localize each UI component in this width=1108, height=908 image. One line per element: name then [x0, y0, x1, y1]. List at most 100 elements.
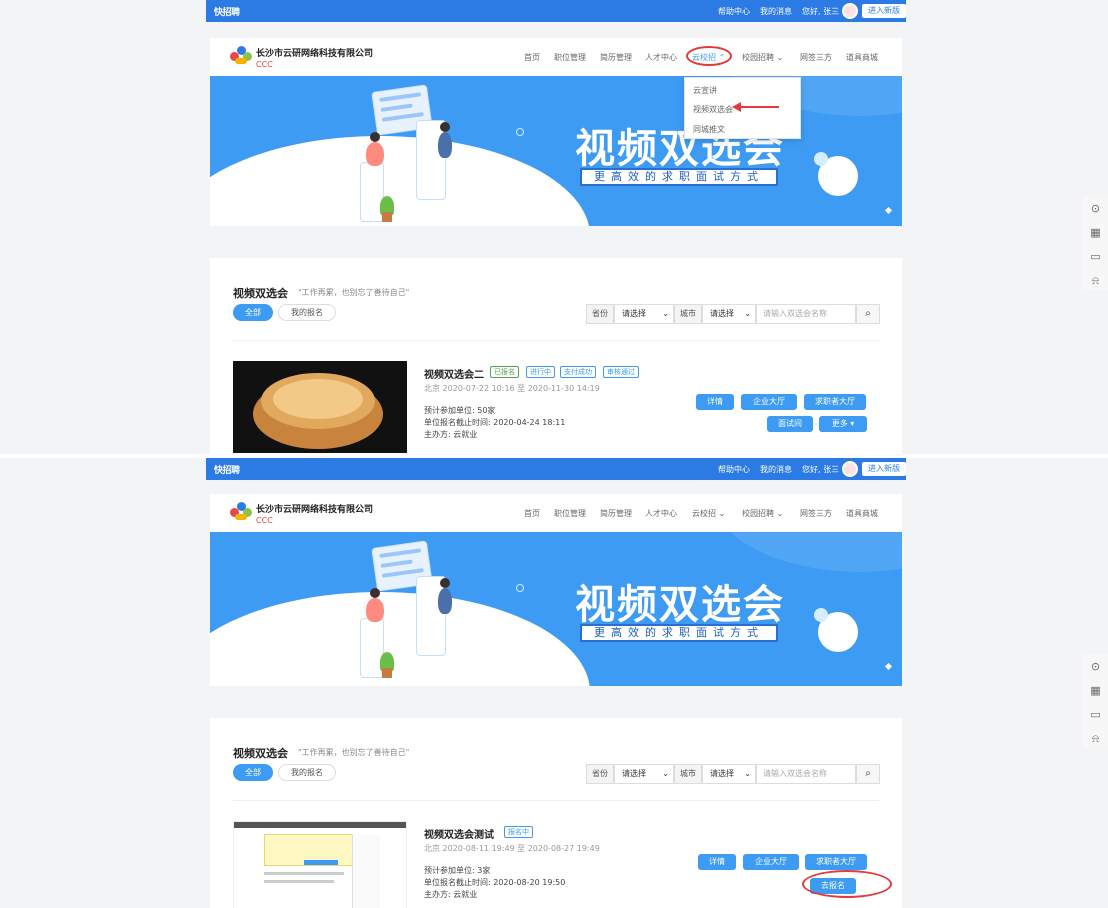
dropdown-item-local-post[interactable]: 同城推文: [693, 124, 725, 135]
qrcode-icon[interactable]: ▦: [1089, 226, 1102, 239]
help-center-link[interactable]: 帮助中心: [718, 464, 750, 475]
search-icon[interactable]: ⌕: [856, 304, 880, 324]
fair-location-time: 北京 2020-07-22 10:16 至 2020-11-30 14:19: [424, 384, 600, 393]
video-fair-section: 视频双选会 "工作再累，也别忘了善待自己" 全部 我的报名 省份 请选择 ⌄ 城市…: [210, 718, 902, 908]
fair-title[interactable]: 视频双选会二: [424, 366, 484, 381]
tab-my-signups[interactable]: 我的报名: [278, 304, 336, 321]
nav-e-sign[interactable]: 网签三方: [800, 508, 832, 519]
annotation-arrow: [737, 106, 779, 108]
city-select[interactable]: 请选择 ⌄: [702, 304, 756, 324]
message-icon[interactable]: ▭: [1089, 250, 1102, 263]
nav-home[interactable]: 首页: [524, 508, 540, 519]
tab-my-signups[interactable]: 我的报名: [278, 764, 336, 781]
nav-jobs[interactable]: 职位管理: [554, 52, 586, 63]
nav-cloud-campus[interactable]: 云校招 ⌄: [692, 508, 725, 519]
candidate-hall-button[interactable]: 求职者大厅: [805, 854, 867, 870]
avatar[interactable]: [842, 461, 858, 477]
interview-room-button[interactable]: 面试间: [767, 416, 813, 432]
company-hall-button[interactable]: 企业大厅: [741, 394, 797, 410]
nav-talent[interactable]: 人才中心: [645, 52, 677, 63]
fair-host: 主办方: 云就业: [424, 890, 478, 899]
user-greeting[interactable]: 您好, 张三: [802, 464, 839, 475]
hero-banner: 视频双选会 更高效的求职面试方式: [210, 532, 902, 686]
nav-home[interactable]: 首页: [524, 52, 540, 63]
fair-deadline: 单位报名截止时间: 2020-08-20 19:50: [424, 878, 566, 887]
top-bar: 快招聘 帮助中心 我的消息 您好, 张三 进入新版: [206, 0, 906, 22]
nav-campus-recruit[interactable]: 校园招聘 ⌄: [742, 52, 783, 63]
chevron-down-icon: ⌄: [744, 769, 751, 778]
nav-jobs[interactable]: 职位管理: [554, 508, 586, 519]
nav-campus-recruit[interactable]: 校园招聘 ⌄: [742, 508, 783, 519]
interview-illustration: [330, 540, 470, 685]
dropdown-item-cloud-talk[interactable]: 云宣讲: [693, 85, 717, 96]
tab-all[interactable]: 全部: [233, 764, 273, 781]
province-value: 请选择: [622, 769, 646, 778]
right-toolbar: ⊙ ▦ ▭ ⍾: [1083, 654, 1108, 748]
avatar[interactable]: [842, 3, 858, 19]
city-select[interactable]: 请选择 ⌄: [702, 764, 756, 784]
nav-resumes[interactable]: 简历管理: [600, 508, 632, 519]
more-button[interactable]: 更多 ▾: [819, 416, 867, 432]
bell-icon[interactable]: ⍾: [1089, 274, 1102, 287]
province-select[interactable]: 请选择 ⌄: [614, 304, 674, 324]
status-badge: 支付成功: [560, 366, 596, 378]
fair-title[interactable]: 视频双选会测试: [424, 826, 494, 841]
section-quote: "工作再累，也别忘了善待自己": [298, 288, 410, 297]
new-version-button[interactable]: 进入新版: [862, 4, 906, 18]
interview-illustration: [330, 84, 470, 226]
brand-logo: 快招聘: [214, 466, 240, 476]
details-button[interactable]: 详情: [698, 854, 736, 870]
fair-thumbnail[interactable]: [233, 821, 407, 908]
search-input[interactable]: 请输入双选会名称: [756, 304, 856, 324]
status-badge: 进行中: [526, 366, 555, 378]
candidate-hall-button[interactable]: 求职者大厅: [804, 394, 866, 410]
brand-logo: 快招聘: [214, 8, 240, 18]
right-toolbar: ⊙ ▦ ▭ ⍾: [1083, 196, 1108, 290]
nav-shop[interactable]: 道具商城: [846, 52, 878, 63]
bell-icon[interactable]: ⍾: [1089, 732, 1102, 745]
fair-deadline: 单位报名截止时间: 2020-04-24 18:11: [424, 418, 566, 427]
details-button[interactable]: 详情: [696, 394, 734, 410]
link-icon[interactable]: ⊙: [1089, 660, 1102, 673]
province-label: 省份: [586, 764, 614, 784]
nav-talent[interactable]: 人才中心: [645, 508, 677, 519]
fair-thumbnail[interactable]: [233, 361, 407, 453]
my-messages-link[interactable]: 我的消息: [760, 464, 792, 475]
annotation-arrowhead: [732, 102, 741, 112]
company-name: 长沙市云研网络科技有限公司: [256, 505, 374, 515]
search-icon[interactable]: ⌕: [856, 764, 880, 784]
qrcode-icon[interactable]: ▦: [1089, 684, 1102, 697]
my-messages-link[interactable]: 我的消息: [760, 6, 792, 17]
fair-units: 预计参加单位: 50家: [424, 406, 496, 415]
tab-all[interactable]: 全部: [233, 304, 273, 321]
nav-resumes[interactable]: 简历管理: [600, 52, 632, 63]
screenshot-bottom: 快招聘 帮助中心 我的消息 您好, 张三 进入新版 长沙市云研网络科技有限公司 …: [0, 458, 1108, 908]
link-icon[interactable]: ⊙: [1089, 202, 1102, 215]
city-label: 城市: [674, 304, 702, 324]
province-select[interactable]: 请选择 ⌄: [614, 764, 674, 784]
province-label: 省份: [586, 304, 614, 324]
user-greeting[interactable]: 您好, 张三: [802, 6, 839, 17]
section-title: 视频双选会: [233, 747, 288, 760]
dropdown-item-video-fair[interactable]: 视频双选会: [693, 104, 733, 115]
status-badge: 已报名: [490, 366, 519, 378]
chevron-down-icon: ⌄: [662, 309, 669, 318]
company-logo-icon: [230, 46, 252, 68]
nav-e-sign[interactable]: 网签三方: [800, 52, 832, 63]
company-sub: CCC: [256, 60, 273, 69]
search-input[interactable]: 请输入双选会名称: [756, 764, 856, 784]
company-logo-icon: [230, 502, 252, 524]
top-bar: 快招聘 帮助中心 我的消息 您好, 张三 进入新版: [206, 458, 906, 480]
province-value: 请选择: [622, 309, 646, 318]
message-icon[interactable]: ▭: [1089, 708, 1102, 721]
new-version-button[interactable]: 进入新版: [862, 462, 906, 476]
help-center-link[interactable]: 帮助中心: [718, 6, 750, 17]
company-hall-button[interactable]: 企业大厅: [743, 854, 799, 870]
nav-shop[interactable]: 道具商城: [846, 508, 878, 519]
city-value: 请选择: [710, 769, 734, 778]
chevron-down-icon: ⌄: [744, 309, 751, 318]
status-badge: 审核通过: [603, 366, 639, 378]
city-value: 请选择: [710, 309, 734, 318]
screenshot-top: 快招聘 帮助中心 我的消息 您好, 张三 进入新版 长沙市云研网络科技有限公司 …: [0, 0, 1108, 454]
banner-subtitle: 更高效的求职面试方式: [580, 168, 778, 186]
